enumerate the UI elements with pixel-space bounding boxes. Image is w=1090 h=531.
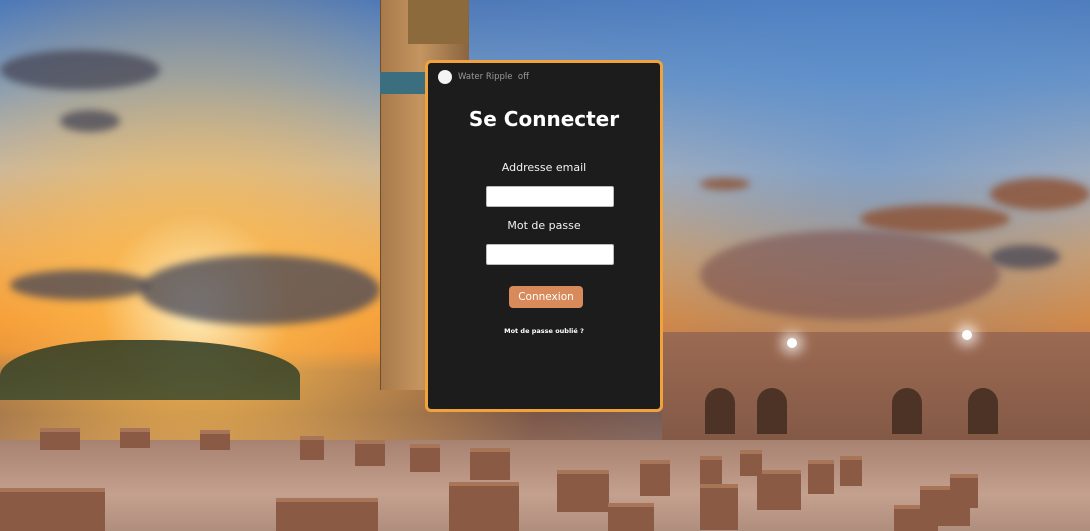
wall-arch: [892, 388, 922, 434]
login-title: Se Connecter: [468, 107, 620, 131]
ruin-block: [808, 460, 834, 494]
ruin-block: [470, 448, 510, 480]
cloud-shape: [140, 255, 380, 325]
lamp-light: [787, 338, 797, 348]
palm-trees: [0, 340, 300, 400]
ruin-block: [757, 470, 801, 510]
ruin-block: [200, 430, 230, 450]
login-button[interactable]: Connexion: [509, 286, 583, 308]
ruin-block: [300, 436, 324, 460]
wall-arch: [705, 388, 735, 434]
cloud-shape: [990, 178, 1090, 210]
password-field[interactable]: [486, 244, 614, 265]
ruin-block: [557, 470, 609, 512]
ruin-block: [700, 484, 738, 530]
ruin-block: [740, 450, 762, 476]
email-field[interactable]: [486, 186, 614, 207]
ruin-block: [700, 456, 722, 484]
ruin-block: [410, 444, 440, 472]
cloud-shape: [700, 230, 1000, 320]
cloud-shape: [60, 110, 120, 132]
forgot-password-link[interactable]: Mot de passe oublié ?: [428, 327, 660, 335]
toggle-label: Water Ripple off: [458, 72, 529, 82]
wall-arch: [968, 388, 998, 434]
ruin-block: [608, 503, 654, 531]
lamp-light: [962, 330, 972, 340]
water-ripple-toggle[interactable]: Water Ripple off: [438, 70, 529, 84]
ruin-block: [0, 488, 105, 531]
toggle-knob-icon[interactable]: [438, 70, 452, 84]
login-card: Water Ripple off Se Connecter Addresse e…: [425, 60, 663, 412]
cloud-shape: [700, 178, 750, 190]
cloud-shape: [10, 270, 150, 300]
ruin-block: [120, 428, 150, 448]
cloud-shape: [0, 50, 160, 90]
cloud-shape: [860, 205, 1010, 233]
ruin-block: [355, 440, 385, 466]
password-label: Mot de passe: [507, 219, 581, 232]
ruin-block: [276, 498, 378, 531]
ruin-block: [840, 456, 862, 486]
ruin-block: [40, 428, 80, 450]
cloud-shape: [990, 245, 1060, 269]
ruin-block: [449, 482, 519, 531]
ruin-block: [950, 474, 978, 508]
wall-arch: [757, 388, 787, 434]
background-scene: Water Ripple off Se Connecter Addresse e…: [0, 0, 1090, 531]
email-label: Addresse email: [501, 161, 587, 174]
minaret-top: [408, 0, 468, 44]
ruin-block: [640, 460, 670, 496]
